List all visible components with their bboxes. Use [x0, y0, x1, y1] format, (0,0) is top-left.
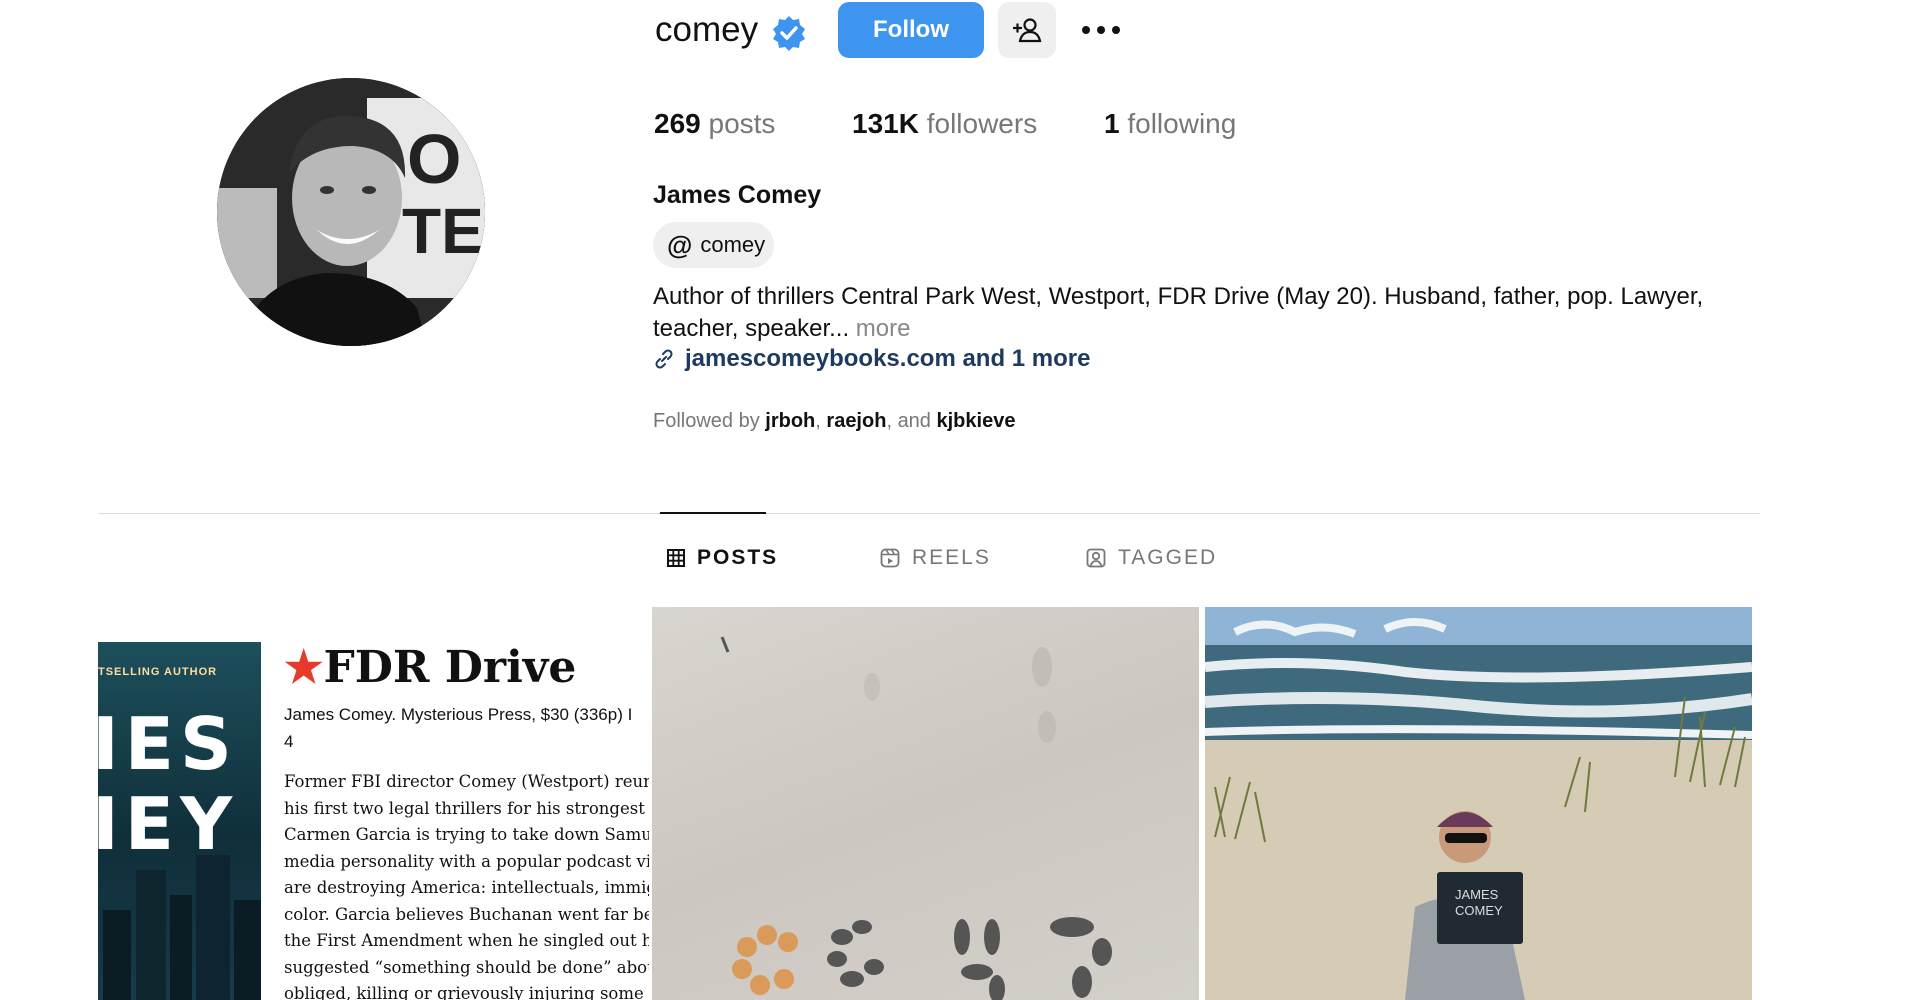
review-line: the First Amendment when he singled out …	[284, 931, 649, 950]
tab-posts-label: POSTS	[697, 546, 779, 569]
follow-button[interactable]: Follow	[838, 2, 984, 58]
reels-icon	[880, 548, 900, 568]
cover-tagline: TSELLING AUTHOR	[98, 666, 218, 678]
review-title-text: FDR Drive	[323, 642, 577, 693]
svg-text:COMEY: COMEY	[1455, 903, 1503, 918]
post-thumbnail-3[interactable]: JAMES COMEY	[1205, 607, 1752, 1000]
avatar-photo: O TE	[217, 78, 485, 346]
review-line: Carmen Garcia is trying to take down Sam…	[284, 825, 649, 844]
link-icon	[655, 349, 673, 369]
post-thumbnail-1[interactable]: TSELLING AUTHOR IES IEY ★FDR Drive James…	[98, 607, 649, 1000]
followed-by-prefix: Followed by	[653, 410, 760, 432]
review-line: media personality with a popular podcast…	[284, 851, 649, 871]
suggested-users-button[interactable]	[998, 2, 1056, 58]
profile-bio: Author of thrillers Central Park West, W…	[653, 281, 1743, 345]
tab-reels-label: REELS	[912, 546, 991, 569]
posts-count: 269 posts	[654, 108, 775, 140]
threads-badge[interactable]: @ comey	[653, 222, 774, 268]
beach-reading-image: JAMES COMEY	[1205, 607, 1752, 1000]
book-review-text: ★FDR Drive James Comey. Mysterious Press…	[284, 642, 649, 1000]
review-line: are destroying America: intellectuals, i…	[284, 878, 649, 897]
review-line: Former FBI director Comey (Westport) reu…	[284, 772, 649, 791]
followed-by-conjunction: and	[897, 410, 931, 432]
bio-text: Author of thrillers Central Park West, W…	[653, 283, 1704, 342]
review-body: Former FBI director Comey (Westport) reu…	[284, 769, 649, 1000]
review-line: his first two legal thrillers for his st…	[284, 798, 649, 818]
more-dots-icon	[1082, 26, 1120, 34]
review-meta-line: James Comey. Mysterious Press, $30 (336p…	[284, 705, 633, 724]
profile-link-text: jamescomeybooks.com and 1 more	[685, 345, 1091, 372]
sand-stones-image	[720, 636, 1112, 1000]
svg-text:JAMES: JAMES	[1455, 887, 1499, 902]
cover-title-line: IES	[98, 702, 238, 786]
review-line: suggested “something should be done” abo…	[284, 957, 649, 977]
profile-full-name: James Comey	[653, 181, 822, 209]
following-count-value: 1	[1104, 108, 1120, 139]
review-meta: James Comey. Mysterious Press, $30 (336p…	[284, 701, 649, 755]
review-line: color. Garcia believes Buchanan went far…	[284, 904, 649, 924]
posts-count-value: 269	[654, 108, 701, 139]
tagged-icon	[1086, 548, 1106, 568]
profile-divider	[98, 513, 1760, 514]
svg-text:O: O	[407, 120, 461, 198]
following-count-label: following	[1127, 108, 1237, 139]
tab-tagged-label: TAGGED	[1118, 546, 1218, 569]
followers-count-value: 131K	[852, 108, 919, 139]
followed-by[interactable]: Followed by jrboh, raejoh, and kjbkieve	[653, 410, 1015, 433]
followed-by-user[interactable]: raejoh	[826, 410, 886, 432]
profile-avatar[interactable]: O TE	[217, 78, 485, 346]
city-skyline-image	[103, 855, 261, 1000]
verified-badge-icon	[770, 14, 808, 52]
profile-link[interactable]: jamescomeybooks.com and 1 more	[653, 345, 1091, 373]
review-title: ★FDR Drive	[284, 642, 649, 693]
tab-active-indicator	[660, 512, 766, 514]
followers-count[interactable]: 131K followers	[852, 108, 1037, 140]
star-icon: ★	[284, 642, 324, 693]
bio-more-link[interactable]: more	[856, 315, 911, 342]
threads-icon: @	[667, 229, 693, 260]
tab-tagged[interactable]: TAGGED	[1086, 546, 1217, 570]
add-person-icon	[1013, 18, 1042, 43]
following-count[interactable]: 1 following	[1104, 108, 1236, 140]
followed-by-user[interactable]: jrboh	[765, 410, 815, 432]
more-options-button[interactable]	[1078, 10, 1124, 50]
tab-posts[interactable]: POSTS	[667, 546, 778, 570]
followed-by-user[interactable]: kjbkieve	[937, 410, 1016, 432]
book-cover-image: TSELLING AUTHOR IES IEY	[98, 642, 261, 1000]
tab-reels[interactable]: REELS	[880, 546, 991, 570]
review-meta-line: 4	[284, 732, 294, 751]
posts-count-label: posts	[708, 108, 776, 139]
svg-text:TE: TE	[402, 195, 484, 267]
followers-count-label: followers	[926, 108, 1038, 139]
profile-username: comey	[655, 10, 759, 49]
threads-handle: comey	[700, 232, 766, 257]
post-thumbnail-2[interactable]	[652, 607, 1199, 1000]
review-line: obliged, killing or grievously injuring …	[284, 984, 649, 1000]
grid-icon	[667, 549, 685, 567]
